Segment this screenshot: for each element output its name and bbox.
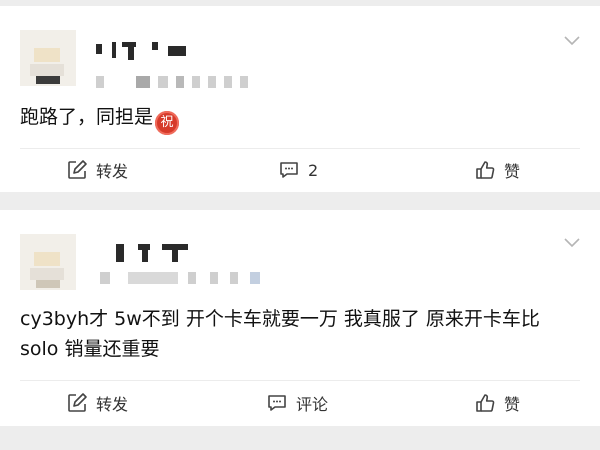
divider bbox=[20, 148, 580, 149]
repost-button[interactable]: 转发 bbox=[66, 155, 128, 185]
post-text: cy3byh才 5w不到 开个卡车就要一万 我真服了 原来开卡车比 solo 销… bbox=[20, 308, 540, 360]
chevron-down-icon[interactable] bbox=[564, 238, 580, 248]
weibo-post: 跑路了，同担是祝 转发 2 赞 bbox=[0, 6, 600, 192]
post-meta-blurred bbox=[100, 272, 270, 284]
divider bbox=[20, 380, 580, 381]
repost-button[interactable]: 转发 bbox=[66, 388, 128, 418]
weibo-post: cy3byh才 5w不到 开个卡车就要一万 我真服了 原来开卡车比 solo 销… bbox=[0, 210, 600, 426]
like-label: 赞 bbox=[504, 395, 521, 414]
username-blurred[interactable] bbox=[96, 42, 196, 60]
username-blurred[interactable] bbox=[116, 244, 196, 262]
post-content: 跑路了，同担是祝 bbox=[20, 102, 580, 135]
post-content: cy3byh才 5w不到 开个卡车就要一万 我真服了 原来开卡车比 solo 销… bbox=[20, 304, 580, 364]
comment-button[interactable]: 2 bbox=[278, 155, 318, 185]
post-text: 跑路了，同担是 bbox=[20, 106, 154, 128]
repost-label: 转发 bbox=[96, 162, 129, 181]
avatar[interactable] bbox=[20, 234, 76, 290]
post-meta-blurred bbox=[96, 76, 256, 88]
repost-label: 转发 bbox=[96, 395, 129, 414]
like-button[interactable]: 赞 bbox=[474, 155, 520, 185]
action-bar: 转发 评论 赞 bbox=[0, 388, 600, 418]
comment-bubble-icon bbox=[280, 162, 298, 178]
comment-label: 评论 bbox=[296, 395, 329, 414]
like-label: 赞 bbox=[504, 162, 521, 181]
comment-bubble-icon bbox=[268, 395, 286, 411]
avatar[interactable] bbox=[20, 30, 76, 86]
chevron-down-icon[interactable] bbox=[564, 36, 580, 46]
edit-square-icon bbox=[68, 393, 87, 412]
comment-button[interactable]: 评论 bbox=[266, 388, 328, 418]
like-button[interactable]: 赞 bbox=[474, 388, 520, 418]
comment-count: 2 bbox=[308, 160, 319, 180]
thumbs-up-icon bbox=[476, 161, 495, 179]
action-bar: 转发 2 赞 bbox=[0, 155, 600, 185]
thumbs-up-icon bbox=[476, 394, 495, 412]
edit-square-icon bbox=[68, 160, 87, 179]
blessing-emoji-icon: 祝 bbox=[155, 111, 180, 135]
